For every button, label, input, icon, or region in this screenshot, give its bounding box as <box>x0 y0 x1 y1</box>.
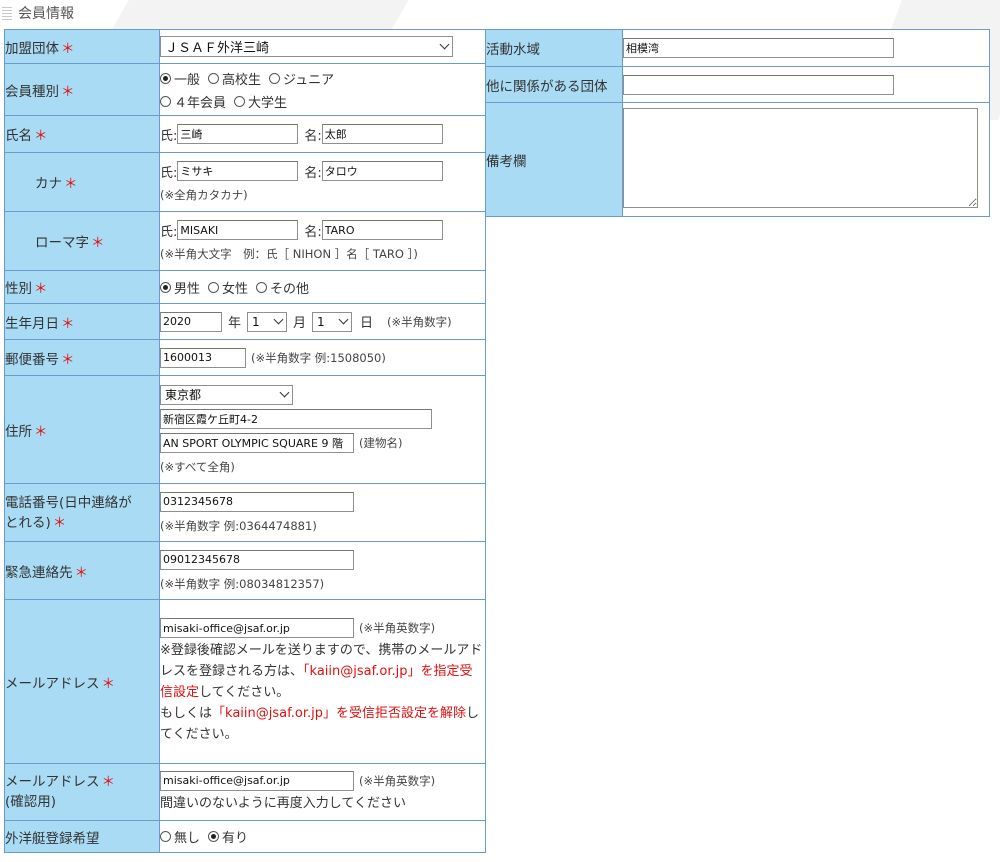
row-remarks: 備考欄 <box>485 102 990 217</box>
postal-note: (※半角数字 例:1508050) <box>251 350 386 365</box>
birth-year-input[interactable] <box>160 311 222 332</box>
radio-icon <box>269 72 281 84</box>
first-name-roman-input[interactable] <box>321 220 443 240</box>
gender-option-female[interactable]: 女性 <box>208 278 248 297</box>
chevron-down-icon <box>279 387 290 398</box>
row-phone: 電話番号(日中連絡がとれる)＊ (※半角数字 例:0364474881) <box>4 483 486 542</box>
email-confirm-note: (※半角英数字) <box>359 773 436 788</box>
field-label: ローマ字＊ <box>4 211 160 271</box>
last-name-input[interactable] <box>177 124 299 144</box>
postal-code-input[interactable] <box>160 347 246 368</box>
offshore-option-yes[interactable]: 有り <box>208 827 248 846</box>
remarks-textarea[interactable] <box>623 107 978 208</box>
row-kana: カナ＊ 氏: 名: (※全角カタカナ) <box>4 152 486 212</box>
phone-note: (※半角数字 例:0364474881) <box>160 518 317 533</box>
field-label: カナ＊ <box>4 152 160 212</box>
member-type-option-university[interactable]: 大学生 <box>234 92 287 111</box>
email-input[interactable] <box>160 618 354 638</box>
row-emergency: 緊急連絡先＊ (※半角数字 例:08034812357) <box>4 541 486 600</box>
radio-icon <box>160 95 171 107</box>
section-title: 会員情報 <box>18 6 74 22</box>
building-note: (建物名) <box>359 435 403 450</box>
row-name: 氏名＊ 氏: 名: <box>4 115 486 153</box>
radio-icon <box>256 281 268 293</box>
chevron-down-icon <box>338 314 349 325</box>
birth-day-select[interactable]: 1 <box>312 311 353 332</box>
field-label: 緊急連絡先＊ <box>4 541 160 600</box>
row-address: 住所＊ 東京都 (建物名) (※すべて全角) <box>4 375 486 484</box>
emergency-note: (※半角数字 例:08034812357) <box>160 576 325 591</box>
email-instructions: ※登録後確認メールを送りますので、携帯のメールアドレスを登録される方は、「kai… <box>160 643 483 742</box>
section-header: 会員情報 <box>0 0 74 26</box>
row-federation: 加盟団体＊ ＪＳＡＦ外洋三崎 <box>4 29 486 64</box>
chevron-down-icon <box>439 39 450 50</box>
roman-note: (※半角大文字 例：氏［ NIHON ］名［ TARO ］) <box>160 247 418 261</box>
radio-icon <box>160 831 171 842</box>
email-note: (※半角英数字) <box>359 621 436 635</box>
member-info-form-right: 活動水域 他に関係がある団体 備考欄 <box>485 29 990 217</box>
row-member-type: 会員種別＊ 一般 高校生 ジュニア ４年会員 大学生 <box>4 63 486 116</box>
last-name-roman-input[interactable] <box>177 220 299 240</box>
prefecture-select[interactable]: 東京都 <box>160 384 293 405</box>
chevron-down-icon <box>273 314 284 325</box>
gender-option-other[interactable]: その他 <box>256 278 309 297</box>
offshore-option-no[interactable]: 無し <box>160 827 200 846</box>
member-info-form-left: 加盟団体＊ ＪＳＡＦ外洋三崎 会員種別＊ 一般 高校生 ジュニア ４年会員 大学… <box>4 29 486 853</box>
field-label: メールアドレス＊ <box>4 599 160 764</box>
federation-select[interactable]: ＪＳＡＦ外洋三崎 <box>160 36 453 57</box>
birth-month-select[interactable]: 1 <box>247 311 288 332</box>
email-confirm-hint: 間違いのないように再度入力してください <box>160 795 406 811</box>
phone-input[interactable] <box>160 491 354 512</box>
row-email-confirm: メールアドレス＊(確認用) (※半角英数字) 間違いのないように再度入力してくだ… <box>4 763 486 821</box>
other-org-input[interactable] <box>623 74 894 95</box>
field-label: 氏名＊ <box>4 115 160 153</box>
field-label: メールアドレス＊ (確認用) <box>4 763 160 821</box>
row-email: メールアドレス＊ (※半角英数字) ※登録後確認メールを送りますので、携帯のメー… <box>4 599 486 764</box>
row-other-org: 他に関係がある団体 <box>485 66 990 103</box>
radio-icon <box>208 72 220 84</box>
member-type-option-highschool[interactable]: 高校生 <box>208 69 261 88</box>
field-label: 住所＊ <box>4 375 160 484</box>
background-shape <box>111 0 409 30</box>
field-label: 他に関係がある団体 <box>485 66 623 103</box>
field-label: 活動水域 <box>485 29 623 67</box>
address-note: (※すべて全角) <box>160 459 235 474</box>
field-label: 電話番号(日中連絡が とれる) ＊ <box>4 483 160 542</box>
radio-icon <box>208 281 220 293</box>
gender-option-male[interactable]: 男性 <box>160 278 200 297</box>
birthdate-note: (※半角数字) <box>387 314 452 329</box>
last-name-kana-input[interactable] <box>177 161 299 181</box>
radio-icon <box>160 281 171 293</box>
member-type-option-junior[interactable]: ジュニア <box>269 69 334 88</box>
kana-note: (※全角カタカナ) <box>160 188 248 202</box>
radio-icon <box>234 95 246 107</box>
row-birthdate: 生年月日＊ 年 1 月 1 日 (※半角数字) <box>4 303 486 340</box>
field-label: 外洋艇登録希望 <box>4 820 160 853</box>
row-roman: ローマ字＊ 氏: 名: (※半角大文字 例：氏［ NIHON ］名［ TARO … <box>4 211 486 271</box>
field-label: 郵便番号＊ <box>4 339 160 376</box>
member-type-option-general[interactable]: 一般 <box>160 69 200 88</box>
address-building-input[interactable] <box>160 432 354 453</box>
section-marker-icon <box>2 6 12 20</box>
radio-icon <box>208 831 220 842</box>
field-label: 会員種別＊ <box>4 63 160 116</box>
field-label: 性別＊ <box>4 270 160 304</box>
email-confirm-input[interactable] <box>160 770 354 791</box>
water-area-input[interactable] <box>623 38 894 58</box>
first-name-input[interactable] <box>321 124 443 144</box>
radio-icon <box>160 72 171 84</box>
first-name-kana-input[interactable] <box>321 161 443 181</box>
row-water-area: 活動水域 <box>485 29 990 67</box>
row-postal: 郵便番号＊ (※半角数字 例:1508050) <box>4 339 486 376</box>
emergency-contact-input[interactable] <box>160 549 354 570</box>
row-gender: 性別＊ 男性 女性 その他 <box>4 270 486 304</box>
member-type-option-4year[interactable]: ４年会員 <box>160 92 226 111</box>
field-label: 生年月日＊ <box>4 303 160 340</box>
row-offshore: 外洋艇登録希望 無し 有り <box>4 820 486 853</box>
field-label: 加盟団体＊ <box>4 29 160 64</box>
address-line1-input[interactable] <box>160 408 432 429</box>
field-label: 備考欄 <box>485 102 623 217</box>
